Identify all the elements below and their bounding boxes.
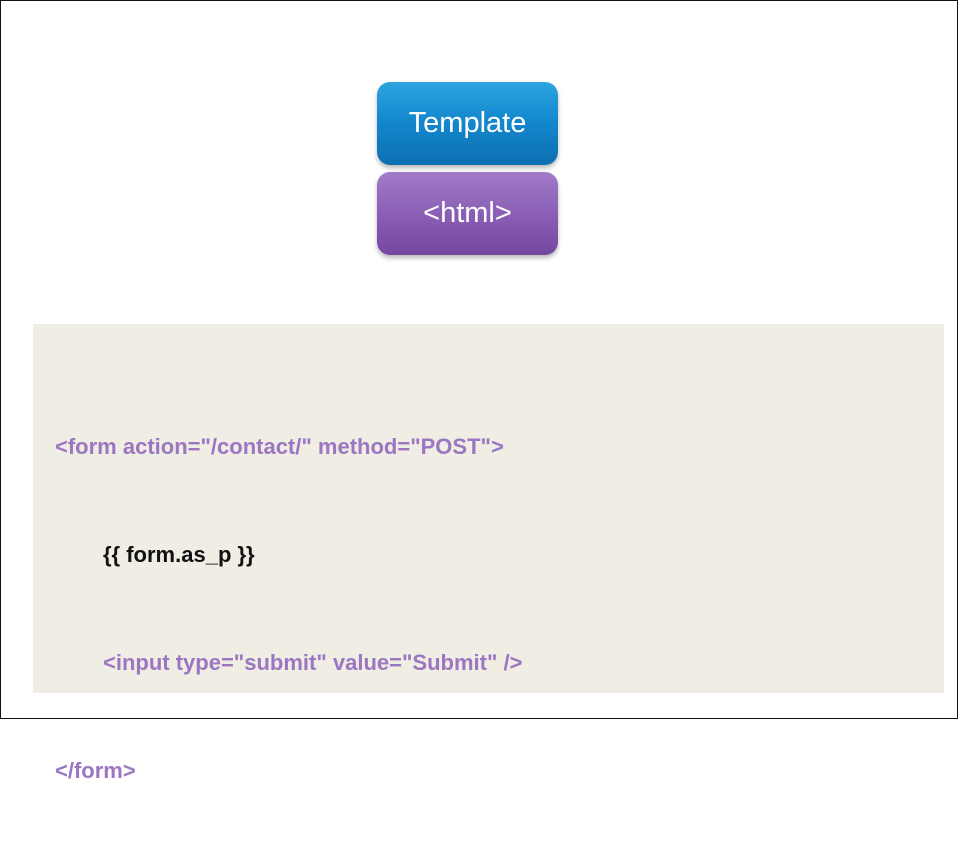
code-line-form-open: <form action="/contact/" method="POST">	[55, 434, 504, 459]
code-line-submit-input: <input type="submit" value="Submit" />	[103, 650, 523, 675]
html-box: <html>	[377, 172, 558, 255]
template-box: Template	[377, 82, 558, 165]
code-listing: <form action="/contact/" method="POST"> …	[55, 357, 522, 861]
code-line-form-close: </form>	[55, 758, 136, 783]
slide: Template <html> <form action="/contact/"…	[0, 0, 958, 783]
code-block: <form action="/contact/" method="POST"> …	[33, 324, 944, 783]
template-label: Template	[408, 107, 527, 139]
code-line-template-tag: {{ form.as_p }}	[103, 542, 255, 567]
html-label: <html>	[423, 197, 512, 229]
